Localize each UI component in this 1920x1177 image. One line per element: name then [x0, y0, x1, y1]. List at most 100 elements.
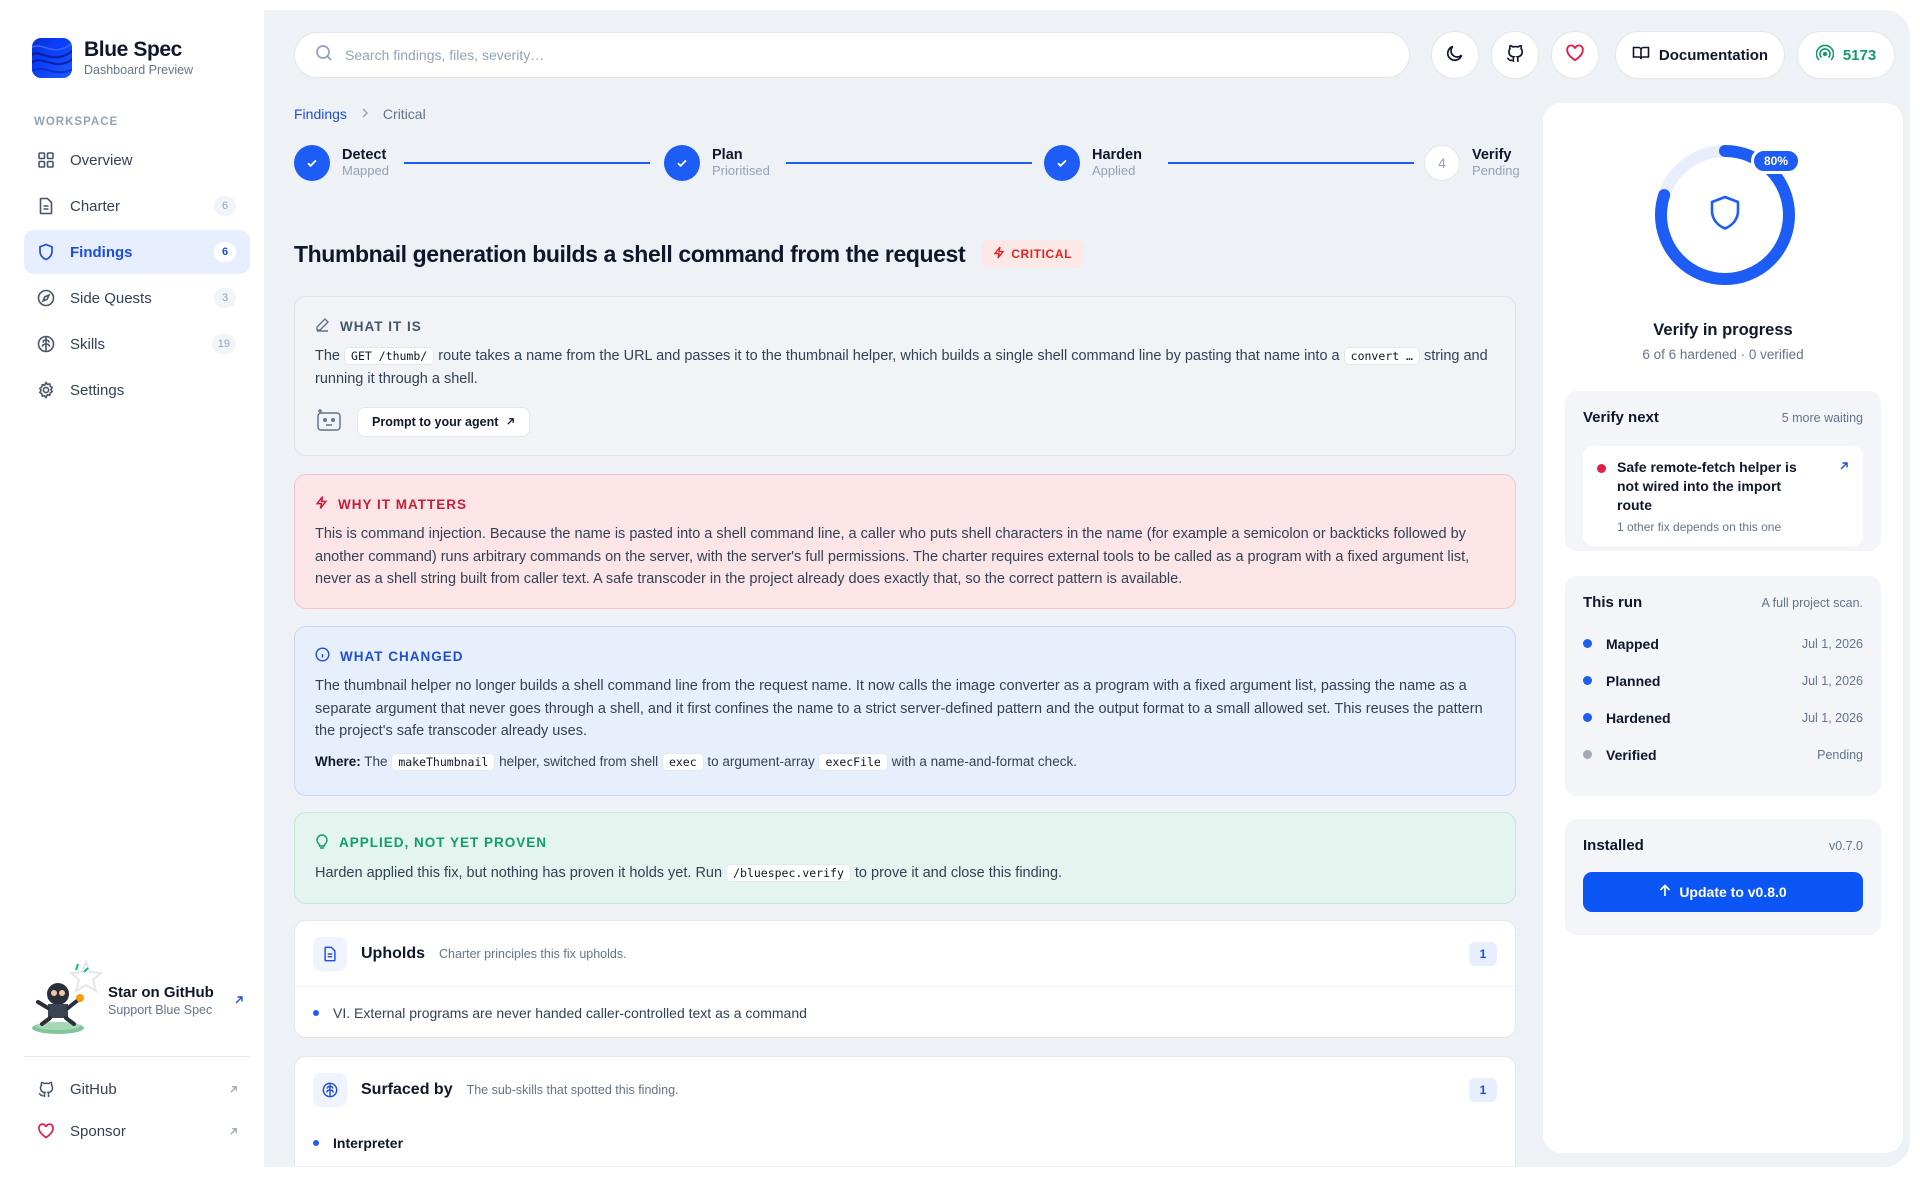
verify-next-title: Verify next	[1583, 409, 1659, 426]
search-bar[interactable]	[294, 32, 1410, 78]
star-on-github-card[interactable]: Star on GitHub Support Blue Spec	[24, 958, 250, 1042]
status-dot	[1583, 713, 1592, 722]
sidebar-item-count: 3	[214, 288, 236, 308]
step-detect[interactable]: Detect Mapped	[294, 145, 389, 181]
signal-icon	[1815, 44, 1835, 66]
update-button-label: Update to v0.8.0	[1679, 884, 1787, 900]
pencil-icon	[315, 317, 330, 335]
documentation-button[interactable]: Documentation	[1615, 31, 1785, 79]
sidebar-link-github[interactable]: GitHub	[24, 1071, 250, 1107]
theme-toggle-button[interactable]	[1431, 31, 1479, 79]
external-link-icon	[506, 415, 515, 429]
update-button[interactable]: Update to v0.8.0	[1583, 872, 1863, 912]
step-plan[interactable]: Plan Prioritised	[664, 145, 770, 181]
run-row: Mapped Jul 1, 2026	[1583, 625, 1863, 662]
run-label: Mapped	[1606, 635, 1659, 652]
surfaced-by-title: Surfaced by	[361, 1081, 453, 1098]
brand-subtitle: Dashboard Preview	[84, 63, 194, 78]
what-it-is-text: The GET /thumb/ route takes a name from …	[315, 345, 1495, 390]
installed-version: v0.7.0	[1828, 838, 1863, 853]
step-verify[interactable]: 4 Verify Pending	[1424, 145, 1520, 181]
grid-icon	[36, 150, 56, 170]
sidebar-item-findings[interactable]: Findings 6	[24, 230, 250, 274]
progress-stepper: Detect Mapped Plan Prioritised Harden Ap…	[294, 145, 1520, 185]
text-segment: route takes a name from the URL and pass…	[438, 348, 1340, 364]
surfaced-by-subtitle: The sub-skills that spotted this finding…	[466, 1083, 679, 1097]
dev-server-button[interactable]: 5173	[1797, 31, 1895, 79]
severity-label: CRITICAL	[1011, 247, 1073, 261]
star-card-title: Star on GitHub	[108, 983, 214, 1001]
sidebar-item-label: Overview	[70, 151, 133, 169]
upholds-title: Upholds	[361, 944, 425, 962]
step-status: Applied	[1092, 162, 1136, 178]
github-icon	[36, 1079, 56, 1099]
breadcrumb-root[interactable]: Findings	[294, 106, 347, 122]
brand[interactable]: Blue Spec Dashboard Preview	[24, 38, 250, 78]
what-it-is-card: WHAT IT IS The GET /thumb/ route takes a…	[294, 296, 1516, 456]
step-harden[interactable]: Harden Applied	[1044, 145, 1142, 181]
sidebar-item-charter[interactable]: Charter 6	[24, 184, 250, 228]
where-label: Where:	[315, 753, 361, 769]
document-icon	[313, 936, 347, 971]
check-icon	[664, 145, 700, 181]
sidebar-link-sponsor[interactable]: Sponsor	[24, 1113, 250, 1149]
sidebar-divider	[24, 1056, 250, 1057]
arrow-up-icon	[1659, 884, 1671, 900]
octocat-mascot-icon	[24, 958, 108, 1042]
moon-icon	[1445, 43, 1465, 68]
applied-not-proven-card: APPLIED, NOT YET PROVEN Harden applied t…	[294, 812, 1516, 904]
step-name: Detect	[342, 146, 387, 163]
sidebar-item-overview[interactable]: Overview	[24, 138, 250, 182]
workspace-label: WORKSPACE	[34, 116, 119, 128]
sidebar-item-side-quests[interactable]: Side Quests 3	[24, 276, 250, 320]
search-icon	[315, 44, 333, 67]
github-icon	[1505, 43, 1525, 68]
book-icon	[1632, 44, 1650, 66]
github-button[interactable]	[1491, 31, 1539, 79]
bullet-dot	[313, 1010, 319, 1016]
sidebar-item-label: Skills	[70, 335, 106, 353]
inline-code: /bluespec.verify	[726, 864, 851, 882]
surfaced-by-count: 1	[1469, 1078, 1497, 1102]
sidebar-item-label: Settings	[70, 381, 125, 399]
sidebar-item-count: 6	[214, 242, 236, 262]
verify-next-item[interactable]: Safe remote-fetch helper is not wired in…	[1583, 446, 1863, 546]
list-item[interactable]: Interpreter	[295, 1123, 1515, 1163]
star-card-subtitle: Support Blue Spec	[108, 1002, 213, 1017]
brand-name: Blue Spec	[84, 37, 182, 61]
sidebar-item-skills[interactable]: Skills 19	[24, 322, 250, 366]
verify-next-item-title: Safe remote-fetch helper is not wired in…	[1617, 459, 1797, 513]
sponsor-button[interactable]	[1551, 31, 1599, 79]
list-item[interactable]: VI. External programs are never handed c…	[295, 987, 1515, 1039]
progress-badge: 80%	[1751, 148, 1802, 174]
bullet-dot	[313, 1140, 319, 1146]
what-changed-heading: WHAT CHANGED	[340, 648, 464, 664]
upholds-count: 1	[1469, 941, 1497, 966]
run-row: Hardened Jul 1, 2026	[1583, 699, 1863, 736]
brain-icon	[313, 1073, 347, 1107]
prompt-to-agent-button[interactable]: Prompt to your agent	[357, 406, 531, 437]
check-icon	[1044, 145, 1080, 181]
sidebar-item-label: Side Quests	[70, 289, 152, 307]
step-name: Plan	[712, 146, 743, 163]
step-number: 4	[1424, 145, 1460, 181]
step-status: Mapped	[342, 162, 389, 178]
search-input[interactable]	[345, 47, 1409, 63]
agent-icon	[315, 406, 343, 437]
what-changed-card: WHAT CHANGED The thumbnail helper no lon…	[294, 626, 1516, 796]
text-segment: to argument-array	[707, 753, 815, 769]
critical-dot	[1597, 464, 1606, 473]
sidebar-item-count: 19	[211, 334, 236, 354]
principle-text: VI. External programs are never handed c…	[333, 1005, 807, 1021]
chevron-right-icon	[361, 107, 369, 121]
bolt-icon	[993, 246, 1005, 262]
run-date: Jul 1, 2026	[1801, 636, 1863, 651]
breadcrumb-current: Critical	[382, 106, 426, 122]
shield-icon	[1710, 195, 1740, 230]
info-icon	[315, 647, 330, 665]
sidebar-item-settings[interactable]: Settings	[24, 368, 250, 412]
step-status: Prioritised	[712, 162, 770, 178]
inline-code: makeThumbnail	[391, 752, 496, 771]
why-it-matters-heading: WHY IT MATTERS	[338, 496, 467, 512]
text-segment: The	[315, 348, 340, 364]
